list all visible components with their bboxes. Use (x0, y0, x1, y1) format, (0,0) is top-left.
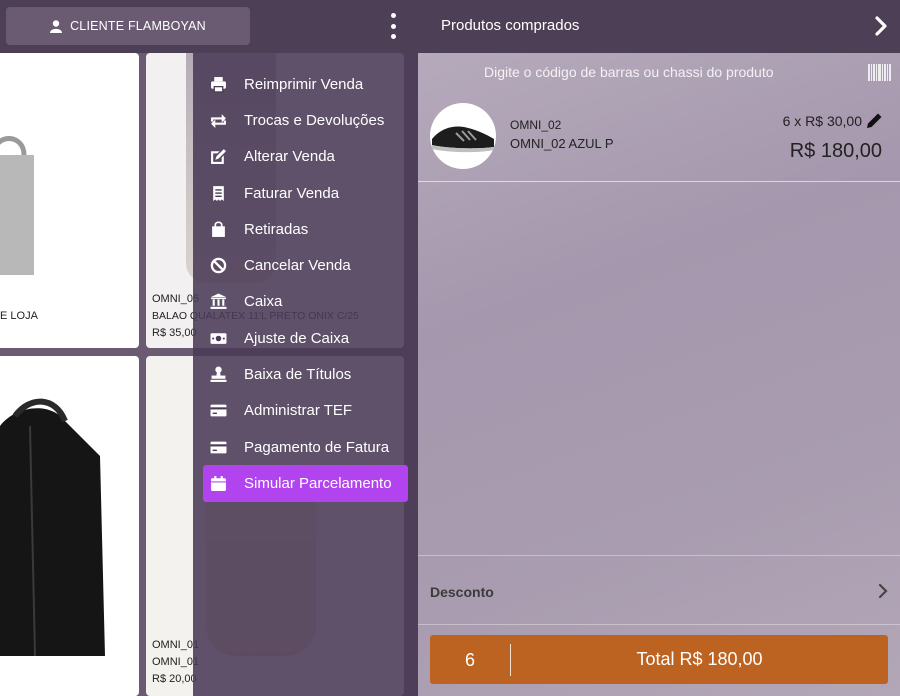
menu-item-faturar-venda[interactable]: Faturar Venda (203, 175, 408, 211)
menu-item-label: Caixa (244, 293, 283, 311)
discount-label: Desconto (430, 584, 494, 600)
checkout-total-button[interactable]: 6 Total R$ 180,00 (430, 635, 888, 684)
card-icon (209, 438, 227, 456)
cart-item-total: R$ 180,00 (789, 140, 882, 162)
client-name: CLIENTE FLAMBOYAN (70, 19, 206, 33)
search-placeholder: Digite o código de barras ou chassi do p… (484, 64, 774, 80)
receipt-icon (209, 184, 227, 202)
shopping-bag-icon (0, 136, 34, 275)
menu-item-retiradas[interactable]: Retiradas (203, 211, 408, 247)
product-card[interactable]: E LOJA (0, 53, 139, 348)
menu-item-label: Retiradas (244, 220, 309, 238)
menu-item-caixa[interactable]: Caixa (203, 284, 408, 320)
menu-item-alterar-venda[interactable]: Alterar Venda (203, 139, 408, 175)
menu-item-label: Reimprimir Venda (244, 75, 364, 93)
bank-icon (209, 293, 227, 311)
jacket-image (0, 398, 105, 656)
bag-icon (209, 220, 227, 238)
card-icon (209, 402, 227, 420)
cart-item-description: OMNI_02 AZUL P (510, 136, 614, 151)
menu-item-label: Trocas e Devoluções (244, 111, 385, 129)
printer-icon (209, 75, 227, 93)
left-top-bar: CLIENTE FLAMBOYAN (0, 0, 418, 53)
menu-item-label: Pagamento de Fatura (244, 438, 390, 456)
cart-panel: Digite o código de barras ou chassi do p… (418, 53, 900, 696)
menu-item-pagamento-fatura[interactable]: Pagamento de Fatura (203, 429, 408, 465)
menu-item-cancelar-venda[interactable]: Cancelar Venda (203, 247, 408, 283)
client-button[interactable]: CLIENTE FLAMBOYAN (6, 7, 250, 45)
chevron-right-icon (878, 583, 888, 599)
edit-icon (209, 148, 227, 166)
menu-item-label: Cancelar Venda (244, 257, 351, 275)
menu-item-label: Administrar TEF (244, 402, 353, 420)
menu-item-label: Faturar Venda (244, 184, 340, 202)
cart-header: Produtos comprados (418, 0, 900, 53)
menu-item-administrar-tef[interactable]: Administrar TEF (203, 393, 408, 429)
total-amount: Total R$ 180,00 (636, 649, 763, 669)
exchange-icon (209, 111, 227, 129)
total-quantity: 6 (430, 643, 511, 676)
menu-item-label: Alterar Venda (244, 148, 335, 166)
menu-item-label: Baixa de Títulos (244, 366, 352, 384)
product-card[interactable] (0, 356, 139, 696)
product-price: R$ 35,00 (152, 327, 197, 339)
user-icon (50, 19, 63, 33)
menu-item-reimprimir-venda[interactable]: Reimprimir Venda (203, 66, 408, 102)
stamp-icon (209, 366, 227, 384)
discount-row[interactable]: Desconto (418, 555, 900, 625)
cart-title: Produtos comprados (441, 17, 580, 34)
cart-item[interactable]: OMNI_02 OMNI_02 AZUL P 6 x R$ 30,00 R$ 1… (418, 93, 900, 182)
barcode-icon[interactable] (868, 64, 892, 81)
chevron-right-icon[interactable] (874, 16, 888, 36)
menu-item-label: Simular Parcelamento (244, 474, 392, 492)
barcode-search-input[interactable]: Digite o código de barras ou chassi do p… (418, 53, 900, 93)
more-options-icon[interactable] (386, 13, 400, 39)
cart-item-qty-price: 6 x R$ 30,00 (782, 113, 862, 129)
menu-item-simular-parcelamento[interactable]: Simular Parcelamento (203, 465, 408, 502)
menu-item-baixa-titulos[interactable]: Baixa de Títulos (203, 356, 408, 392)
product-price: R$ 20,00 (152, 673, 197, 685)
menu-item-trocas-devolucoes[interactable]: Trocas e Devoluções (203, 102, 408, 138)
options-menu: Reimprimir Venda Trocas e Devoluções Alt… (193, 53, 418, 696)
menu-item-label: Ajuste de Caixa (244, 329, 350, 347)
cart-item-code: OMNI_02 (510, 118, 562, 132)
product-name: E LOJA (0, 310, 38, 322)
pencil-icon[interactable] (866, 112, 883, 129)
money-icon (209, 329, 227, 347)
menu-item-ajuste-caixa[interactable]: Ajuste de Caixa (203, 320, 408, 356)
ban-icon (209, 257, 227, 275)
calendar-icon (209, 474, 227, 492)
product-thumbnail (430, 103, 496, 169)
